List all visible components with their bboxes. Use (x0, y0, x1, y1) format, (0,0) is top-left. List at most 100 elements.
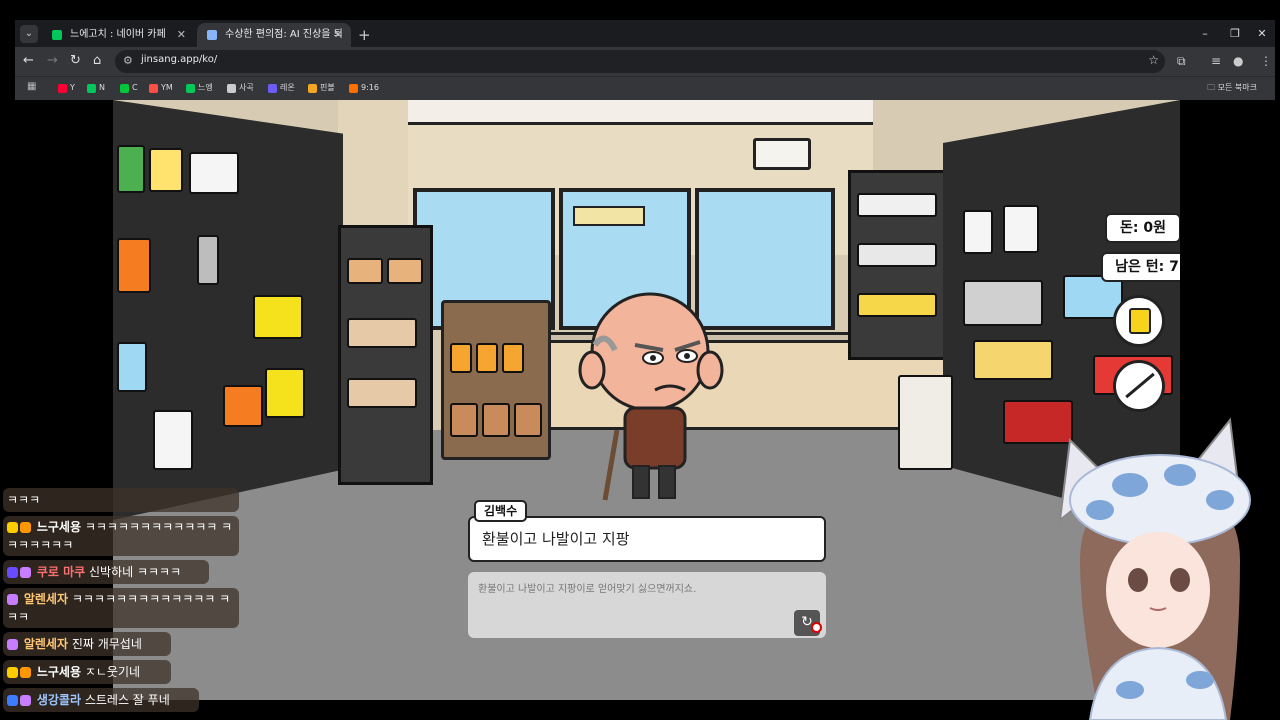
product (117, 342, 147, 392)
chat-nick: 느구세용 (36, 665, 81, 679)
product (223, 385, 263, 427)
product (502, 343, 524, 373)
product (476, 343, 498, 373)
bookmark-item[interactable]: 사곡 (227, 81, 254, 95)
response-input-text[interactable]: 환불이고 나발이고 지팡이로 얻어맞기 싫으면꺼지쇼. (478, 580, 696, 595)
youtube-icon (58, 84, 67, 93)
bookmark-item[interactable]: Y (58, 81, 75, 95)
product (857, 243, 937, 267)
npc-dialogue-bubble: 환불이고 나발이고 지팡 (468, 516, 826, 562)
jinsang-favicon-icon (207, 30, 217, 40)
npc-name-tag: 김백수 (474, 500, 528, 522)
grumpy-old-man-customer (578, 292, 724, 501)
chat-message: 느구세용 ㅈㄴ웃기네 (3, 660, 171, 684)
tab-naver-cafe[interactable]: 느에고치 : 네이버 카페 ✕ (42, 23, 194, 47)
product (189, 152, 239, 194)
bookmark-item[interactable]: C (120, 81, 138, 95)
product (265, 368, 305, 418)
back-button[interactable]: ← (23, 53, 34, 69)
bookmarks-bar: ▦ Y N C YM 느엥 사곡 레온 핀볼 9:16 🗀 모든 북마크 (15, 76, 1275, 100)
toolbar: ← → ↻ ⌂ ⚙ jinsang.app/ko/ ☆ ⧉ ≡ ● ⋮ (15, 47, 1275, 76)
product (253, 295, 303, 339)
product (973, 340, 1053, 380)
chat-text: 스트레스 잘 푸네 (84, 693, 170, 707)
product (347, 318, 417, 348)
product (117, 238, 151, 293)
chat-nick: 느구세용 (36, 520, 81, 534)
heart-badge-icon (7, 594, 18, 605)
left-shelf (113, 100, 343, 520)
pinball-icon (308, 84, 317, 93)
url-text[interactable]: jinsang.app/ko/ (141, 54, 217, 65)
browser-window: ⌄ 느에고치 : 네이버 카페 ✕ 수상한 편의점: AI 진상을 퇴치 ✕ +… (15, 20, 1275, 100)
globe-icon (227, 84, 236, 93)
bookmark-item[interactable]: 9:16 (349, 81, 379, 95)
address-bar[interactable]: ⚙ jinsang.app/ko/ ☆ (115, 50, 1165, 73)
reload-button[interactable]: ↻ (70, 53, 81, 69)
chzzk-icon (120, 84, 129, 93)
product (450, 403, 478, 437)
chat-nick: 알렌세자 (23, 637, 68, 651)
chat-message: 쿠로 마쿠 신박하네 ㅋㅋㅋㅋ (3, 560, 209, 584)
product (347, 258, 383, 284)
bookmark-item[interactable]: YM (149, 81, 173, 95)
chat-nick: 쿠로 마쿠 (36, 565, 86, 579)
naver-cafe-favicon-icon (52, 30, 62, 40)
turns-remaining-display: 남은 턴: 7 (1101, 252, 1180, 282)
tab-jinsang-app[interactable]: 수상한 편의점: AI 진상을 퇴치 ✕ (197, 23, 351, 64)
money-display: 돈: 0원 (1105, 213, 1180, 243)
profile-avatar[interactable]: ● (1233, 54, 1243, 68)
snack-cart (441, 300, 551, 460)
site-info-icon[interactable]: ⚙ (123, 54, 133, 67)
close-tab-icon[interactable]: ✕ (177, 23, 186, 47)
heart-badge-icon (20, 567, 31, 578)
chat-nick: 알렌세자 (23, 592, 68, 606)
chat-message: ㅋㅋㅋ (3, 488, 239, 512)
product (857, 293, 937, 317)
product (963, 210, 993, 254)
side-shelf (338, 225, 433, 485)
chat-nick: 생강콜라 (36, 693, 81, 707)
bookmark-item[interactable]: 느엥 (186, 81, 213, 95)
fan-badge-icon (7, 522, 18, 533)
product (482, 403, 510, 437)
chat-text: 신박하네 ㅋㅋㅋㅋ (89, 565, 182, 579)
minimize-button[interactable]: – (1190, 20, 1220, 47)
apps-grid-icon[interactable]: ▦ (27, 81, 36, 92)
extensions-icon[interactable]: ⧉ (1177, 54, 1186, 69)
sub-badge-icon (20, 522, 31, 533)
close-window-button[interactable]: ✕ (1247, 20, 1277, 47)
chat-message: 생강콜라 스트레스 잘 푸네 (3, 688, 199, 712)
store-sign (573, 206, 645, 226)
close-tab-icon[interactable]: ✕ (334, 23, 343, 47)
media-icon[interactable]: ≡ (1211, 54, 1221, 68)
menu-icon[interactable]: ⋮ (1260, 54, 1272, 68)
back-right-shelf (848, 170, 948, 360)
product (387, 258, 423, 284)
forward-button[interactable]: → (47, 53, 58, 69)
pay-before-sign (753, 138, 811, 170)
all-bookmarks-folder[interactable]: 🗀 모든 북마크 (1207, 81, 1257, 95)
tab-search-button[interactable]: ⌄ (20, 25, 38, 43)
response-input[interactable]: 환불이고 나발이고 지팡이로 얻어맞기 싫으면꺼지쇼. ↻ (468, 572, 826, 638)
product-stack (898, 375, 953, 470)
new-tab-button[interactable]: + (358, 23, 371, 47)
product (1003, 205, 1039, 253)
bookmark-item[interactable]: 핀볼 (308, 81, 335, 95)
home-button[interactable]: ⌂ (93, 53, 101, 69)
bookmark-item[interactable]: N (87, 81, 105, 95)
bookmark-item[interactable]: 레온 (268, 81, 295, 95)
stream-chat-overlay: ㅋㅋㅋ 느구세용 ㅋㅋㅋㅋㅋㅋㅋㅋㅋㅋㅋㅋ ㅋㅋㅋㅋㅋㅋㅋ 쿠로 마쿠 신박하네… (0, 488, 240, 720)
heart-badge-icon (7, 639, 18, 650)
vtuber-avatar (1058, 417, 1251, 720)
product (857, 193, 937, 217)
ratio-icon (349, 84, 358, 93)
twitch-icon (268, 84, 277, 93)
restore-button[interactable]: ❐ (1220, 20, 1250, 47)
bookmark-star-icon[interactable]: ☆ (1148, 53, 1159, 67)
product (450, 343, 472, 373)
chat-text: ㅋㅋㅋ (7, 493, 41, 507)
product (514, 403, 542, 437)
drink-icon[interactable] (1113, 295, 1165, 347)
naver-icon (87, 84, 96, 93)
